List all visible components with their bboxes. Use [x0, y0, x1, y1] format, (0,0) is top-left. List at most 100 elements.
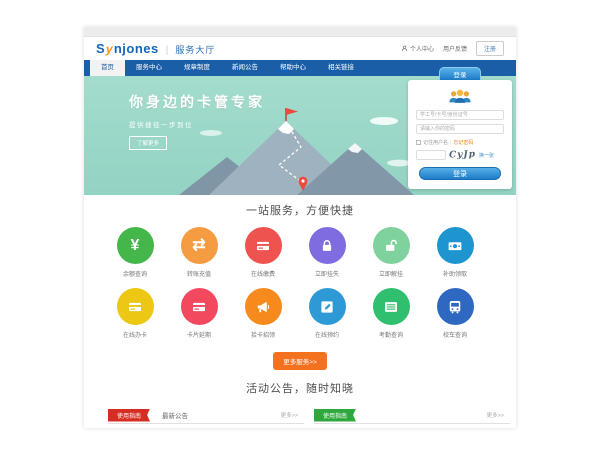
announcements-title: 活动公告，随时知晓	[84, 380, 516, 396]
nav-item-4[interactable]: 帮助中心	[269, 60, 317, 76]
card-icon	[190, 298, 208, 316]
nav-item-3[interactable]: 新闻公告	[221, 60, 269, 76]
personal-center-link[interactable]: 个人中心	[401, 44, 434, 53]
services-title: 一站服务，方便快捷	[84, 202, 516, 218]
unlock-icon	[382, 237, 400, 255]
service-item[interactable]: 在线缴费	[231, 227, 295, 278]
services-section: 一站服务，方便快捷 ¥ 余额查询 ⇄ 转账充值 在线缴费 立即挂失 立即解挂 补…	[84, 195, 516, 370]
service-item[interactable]: 在线预约	[295, 288, 359, 339]
service-item[interactable]: 考勤查询	[359, 288, 423, 339]
login-submit-button[interactable]: 登录	[419, 167, 501, 180]
lock-icon	[318, 237, 336, 255]
page: S y njones | 服务大厅 个人中心 用户反馈 注册 首页服务中心规章制…	[84, 27, 516, 428]
service-item[interactable]: 在线办卡	[103, 288, 167, 339]
username-input[interactable]	[416, 110, 504, 120]
service-label: 卡片延期	[187, 330, 211, 339]
bus-icon	[446, 298, 464, 316]
banknote-icon	[446, 237, 464, 255]
nav-item-1[interactable]: 服务中心	[125, 60, 173, 76]
forgot-password-link[interactable]: 忘记密码	[453, 139, 473, 146]
service-circle	[437, 288, 474, 325]
service-circle	[373, 288, 410, 325]
hero-subtitle: 提供捷径一步到位	[129, 119, 265, 129]
guide-panel-right: 使用指南 更多>>	[314, 407, 510, 424]
announcement-panels: 使用指南 最新公告 更多>> 使用指南 更多>>	[84, 407, 516, 424]
register-button[interactable]: 注册	[476, 41, 504, 56]
service-item[interactable]: 补助领取	[423, 227, 487, 278]
service-label: 校车查询	[443, 330, 467, 339]
service-item[interactable]: 立即解挂	[359, 227, 423, 278]
service-item[interactable]: 校车查询	[423, 288, 487, 339]
logo-divider: |	[166, 45, 169, 56]
service-label: 余额查询	[123, 269, 147, 278]
service-label: 在线预约	[315, 330, 339, 339]
logo: S y njones | 服务大厅	[96, 41, 215, 56]
nav-item-0[interactable]: 首页	[90, 60, 125, 76]
hero-title: 你身边的卡管专家	[129, 92, 265, 112]
service-label: 拾卡招领	[251, 330, 275, 339]
service-label: 考勤查询	[379, 330, 403, 339]
service-circle: ⇄	[181, 227, 218, 264]
captcha-image[interactable]: CyJp	[449, 150, 476, 161]
service-item[interactable]: ⇄ 转账充值	[167, 227, 231, 278]
edit-icon	[318, 298, 336, 316]
top-strip	[84, 27, 516, 37]
service-circle: ¥	[117, 227, 154, 264]
hero-cta-button[interactable]: 了解更多	[129, 136, 167, 150]
personal-center-label: 个人中心	[410, 44, 434, 53]
service-circle	[309, 227, 346, 264]
service-item[interactable]: ¥ 余额查询	[103, 227, 167, 278]
service-label: 补助领取	[443, 269, 467, 278]
remember-label[interactable]: 记住用户名	[423, 139, 448, 146]
remember-checkbox[interactable]	[416, 140, 421, 145]
service-item[interactable]: 拾卡招领	[231, 288, 295, 339]
card-icon	[254, 237, 272, 255]
service-circle	[245, 288, 282, 325]
megaphone-icon	[254, 298, 272, 316]
remember-divider: |	[450, 140, 451, 146]
left-more-link[interactable]: 更多>>	[281, 411, 298, 419]
service-label: 立即挂失	[315, 269, 339, 278]
logo-text-suffix: njones	[114, 41, 159, 56]
guide-panel-left: 使用指南 最新公告 更多>>	[108, 407, 304, 424]
captcha-input[interactable]	[416, 150, 446, 160]
service-label: 转账充值	[187, 269, 211, 278]
user-feedback-label: 用户反馈	[443, 44, 467, 53]
header-right: 个人中心 用户反馈 注册	[401, 41, 504, 56]
service-item[interactable]: 卡片延期	[167, 288, 231, 339]
services-grid: ¥ 余额查询 ⇄ 转账充值 在线缴费 立即挂失 立即解挂 补助领取 在线办卡	[84, 218, 516, 349]
right-more-link[interactable]: 更多>>	[487, 411, 504, 419]
site-name: 服务大厅	[175, 43, 215, 56]
service-circle	[117, 288, 154, 325]
service-circle	[181, 288, 218, 325]
announcements-section: 活动公告，随时知晓 使用指南 最新公告 更多>> 使用指南 更多>>	[84, 370, 516, 424]
usage-guide-ribbon-tab-green[interactable]: 使用指南	[314, 409, 356, 422]
service-label: 在线办卡	[123, 330, 147, 339]
transfer-icon: ⇄	[192, 238, 205, 254]
service-label: 立即解挂	[379, 269, 403, 278]
service-label: 在线缴费	[251, 269, 275, 278]
service-circle	[309, 288, 346, 325]
remember-row: 记住用户名 | 忘记密码	[416, 139, 504, 146]
card-icon	[126, 298, 144, 316]
password-input[interactable]	[416, 124, 504, 134]
login-tab[interactable]: 登录	[439, 67, 481, 80]
users-group-icon	[447, 88, 473, 105]
yen-icon: ¥	[131, 238, 140, 254]
login-card: 登录 记住用户名 | 忘记密码 CyJp 换一张	[408, 67, 512, 189]
captcha-refresh-link[interactable]: 换一张	[479, 152, 494, 159]
hero-banner: 你身边的卡管专家 提供捷径一步到位 了解更多 登录 记住用户名 | 忘记密码	[84, 76, 516, 195]
login-form: 记住用户名 | 忘记密码 CyJp 换一张 登录	[408, 80, 512, 189]
list-icon	[382, 298, 400, 316]
more-services-button[interactable]: 更多服务>>	[273, 352, 327, 370]
service-item[interactable]: 立即挂失	[295, 227, 359, 278]
service-circle	[437, 227, 474, 264]
usage-guide-ribbon-tab[interactable]: 使用指南	[108, 409, 150, 422]
service-circle	[373, 227, 410, 264]
nav-item-2[interactable]: 规章制度	[173, 60, 221, 76]
guide-panel-right-header: 使用指南 更多>>	[314, 407, 510, 424]
user-feedback-link[interactable]: 用户反馈	[443, 44, 467, 53]
latest-announcements-tab[interactable]: 最新公告	[162, 410, 188, 420]
service-circle	[245, 227, 282, 264]
nav-item-5[interactable]: 相关链接	[317, 60, 365, 76]
